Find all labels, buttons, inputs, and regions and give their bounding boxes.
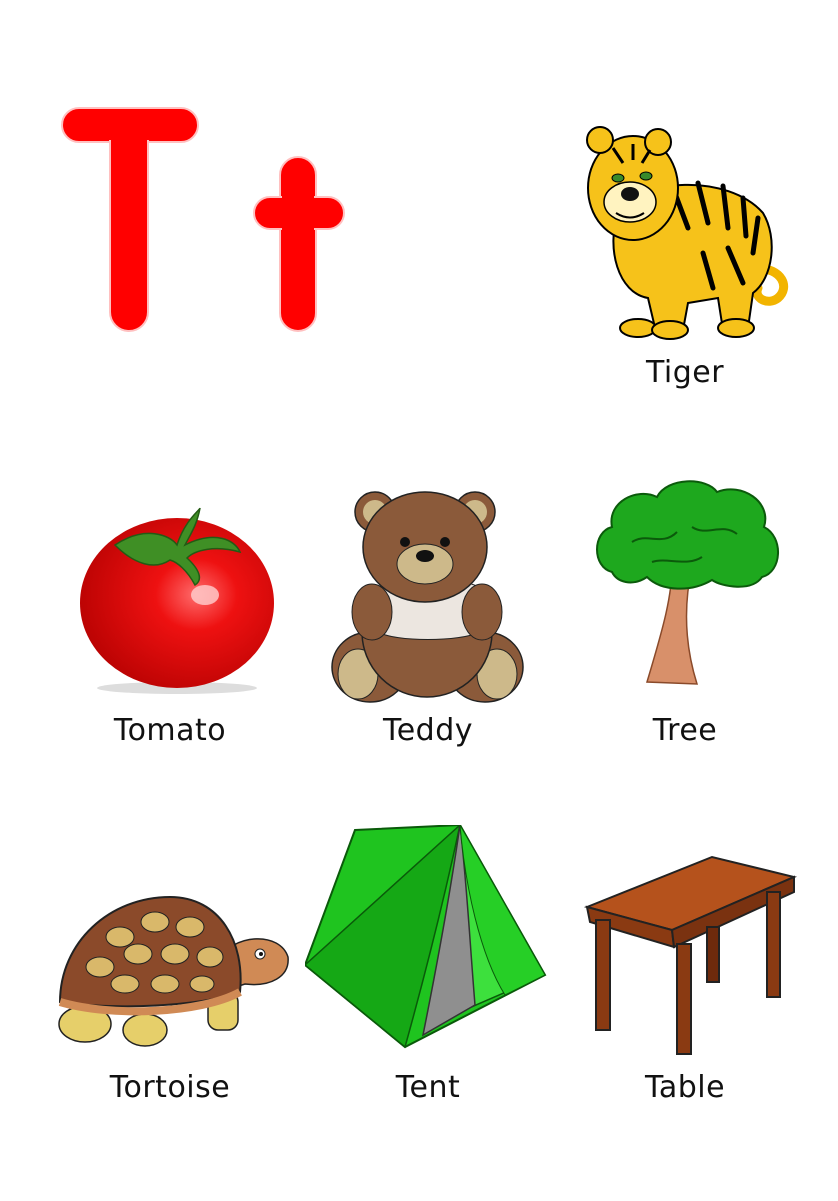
- tomato-icon: [75, 500, 280, 695]
- label-tortoise: Tortoise: [109, 1070, 231, 1105]
- tree-icon: [592, 472, 784, 692]
- label-teddy: Teddy: [382, 713, 474, 748]
- label-table: Table: [644, 1070, 726, 1105]
- label-tent: Tent: [395, 1070, 461, 1105]
- tortoise-icon: [50, 892, 290, 1047]
- tiger-icon: [578, 118, 793, 340]
- uppercase-t: [61, 107, 199, 332]
- label-tiger: Tiger: [645, 355, 725, 390]
- letter-t-graphic: [61, 107, 345, 332]
- letter-pair: [50, 95, 360, 340]
- teddy-bear-icon: [330, 482, 525, 712]
- table-icon: [582, 852, 797, 1057]
- lowercase-t: [253, 156, 345, 332]
- label-tree: Tree: [652, 713, 718, 748]
- tent-icon: [305, 825, 550, 1050]
- label-tomato: Tomato: [113, 713, 227, 748]
